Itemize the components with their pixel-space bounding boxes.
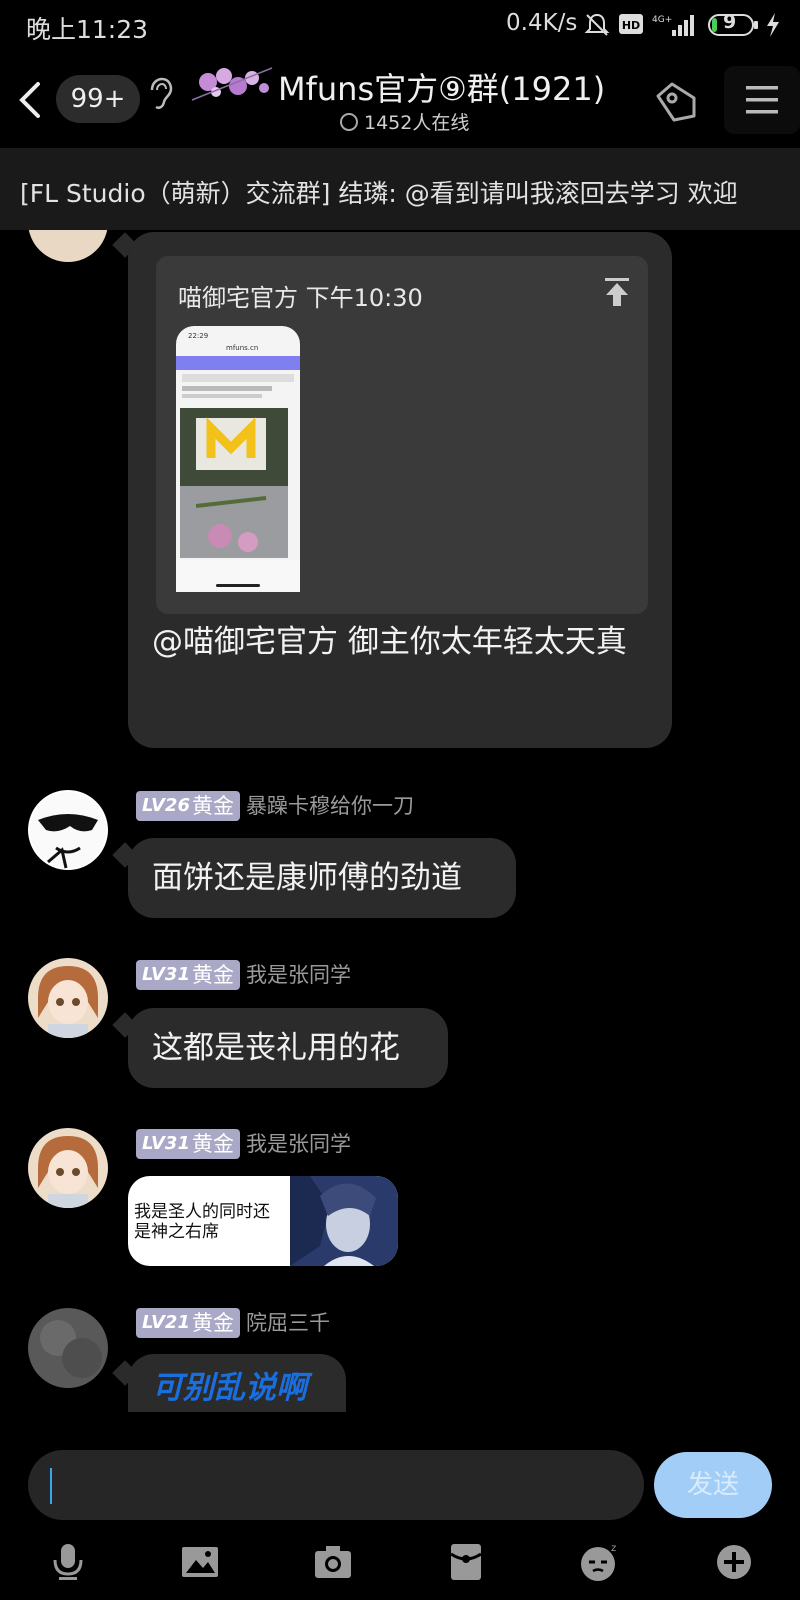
message-text: 可别乱说啊: [152, 1370, 307, 1406]
jump-to-top-icon[interactable]: [602, 276, 632, 308]
chat-list-bottom-edge: [0, 1412, 800, 1440]
status-net-speed: 0.4K/s: [506, 10, 578, 36]
sticker-text: 我是圣人的同时还是神之右席: [134, 1202, 270, 1242]
message-bubble[interactable]: 面饼还是康师傅的劲道: [128, 838, 516, 918]
plus-icon[interactable]: [712, 1540, 756, 1584]
svg-text:HD: HD: [622, 19, 640, 32]
signal-icon: 4G+: [652, 15, 694, 36]
sender-nickname[interactable]: 院屈三千: [246, 1308, 330, 1338]
rank-badge: 黄金: [191, 960, 240, 990]
flower-decoration-icon: [191, 67, 273, 101]
image-icon[interactable]: [178, 1540, 222, 1584]
send-button[interactable]: 发送: [654, 1452, 772, 1518]
sunglasses-face-icon: [30, 792, 106, 869]
mute-bell-icon: [584, 13, 610, 36]
rank-badge: 黄金: [191, 791, 240, 821]
link-tag-icon[interactable]: [650, 76, 706, 126]
level-badge: LV31: [136, 960, 196, 990]
reply-text: @喵御宅官方 御主你太年轻太天真: [152, 624, 627, 660]
message-bubble[interactable]: 可别乱说啊: [128, 1354, 346, 1412]
rank-badge: 黄金: [191, 1308, 240, 1338]
message-bubble[interactable]: 这都是丧礼用的花: [128, 1008, 448, 1088]
level-badge: LV26: [136, 791, 196, 821]
sticker-image[interactable]: 我是圣人的同时还是神之右席: [128, 1176, 398, 1266]
svg-text:22:29: 22:29: [188, 332, 208, 340]
status-time: 晚上11:23: [26, 15, 149, 44]
avatar[interactable]: [28, 1308, 108, 1388]
level-badge: LV31: [136, 1129, 196, 1159]
group-title[interactable]: Mfuns官方⑨群(1921): [278, 64, 605, 110]
screenshot-thumbnail[interactable]: 22:29 mfuns.cn: [176, 326, 300, 592]
online-chevron-icon: [340, 113, 358, 131]
back-arrow-icon[interactable]: [10, 78, 50, 122]
quoted-author-time: 喵御宅官方 下午10:30: [178, 284, 423, 312]
rank-badge: 黄金: [191, 1129, 240, 1159]
sender-meta: LV31黄金 我是张同学: [136, 960, 351, 990]
message-input[interactable]: [28, 1450, 644, 1520]
message-text: 这都是丧礼用的花: [152, 1030, 400, 1066]
emoji-icon[interactable]: z: [578, 1540, 622, 1584]
reply-message-bubble[interactable]: 喵御宅官方 下午10:30 22:29 mfuns.cn @喵御宅官方 御主你太…: [128, 232, 672, 748]
level-badge: LV21: [136, 1308, 196, 1338]
text-caret: [50, 1468, 52, 1504]
sender-meta: LV26黄金 暴躁卡穆给你一刀: [136, 791, 414, 821]
quoted-message[interactable]: 喵御宅官方 下午10:30 22:29 mfuns.cn: [156, 256, 648, 614]
status-bar: 晚上11:23 0.4K/s HD 4G+ 9: [0, 0, 800, 50]
announcement-banner[interactable]: [FL Studio（萌新）交流群] 结璘: @看到请叫我滚回去学习 欢迎: [0, 148, 800, 230]
hd-icon: HD: [619, 14, 643, 34]
anime-man-picture-icon: [290, 1176, 398, 1266]
unread-badge[interactable]: 99+: [56, 75, 140, 123]
svg-text:z: z: [611, 1543, 616, 1554]
menu-button[interactable]: [724, 66, 800, 134]
charging-icon: [767, 13, 779, 37]
announcement-text: [FL Studio（萌新）交流群] 结璘: @看到请叫我滚回去学习 欢迎: [20, 179, 738, 208]
svg-text:4G+: 4G+: [652, 15, 672, 25]
sender-meta: LV21黄金 院屈三千: [136, 1308, 330, 1338]
red-packet-icon[interactable]: [444, 1540, 488, 1584]
gray-texture-avatar-icon: [28, 1308, 108, 1388]
microphone-icon[interactable]: [46, 1540, 90, 1584]
sender-nickname[interactable]: 我是张同学: [246, 1129, 351, 1159]
ear-icon[interactable]: [146, 76, 174, 112]
camera-icon[interactable]: [311, 1540, 355, 1584]
sender-nickname[interactable]: 我是张同学: [246, 960, 351, 990]
avatar[interactable]: [28, 790, 108, 870]
message-text: 面饼还是康师傅的劲道: [152, 860, 462, 896]
anime-girl-avatar-icon: [28, 958, 108, 1038]
sender-meta: LV31黄金 我是张同学: [136, 1129, 351, 1159]
avatar[interactable]: [28, 1128, 108, 1208]
sender-nickname[interactable]: 暴躁卡穆给你一刀: [246, 791, 414, 821]
anime-girl-avatar-icon: [28, 1128, 108, 1208]
online-count-text: 1452人在线: [364, 112, 470, 134]
battery-level: 9: [723, 11, 737, 33]
menu-icon: [746, 86, 778, 114]
svg-text:mfuns.cn: mfuns.cn: [226, 344, 258, 352]
avatar[interactable]: [28, 958, 108, 1038]
online-count: 1452人在线: [340, 108, 469, 135]
